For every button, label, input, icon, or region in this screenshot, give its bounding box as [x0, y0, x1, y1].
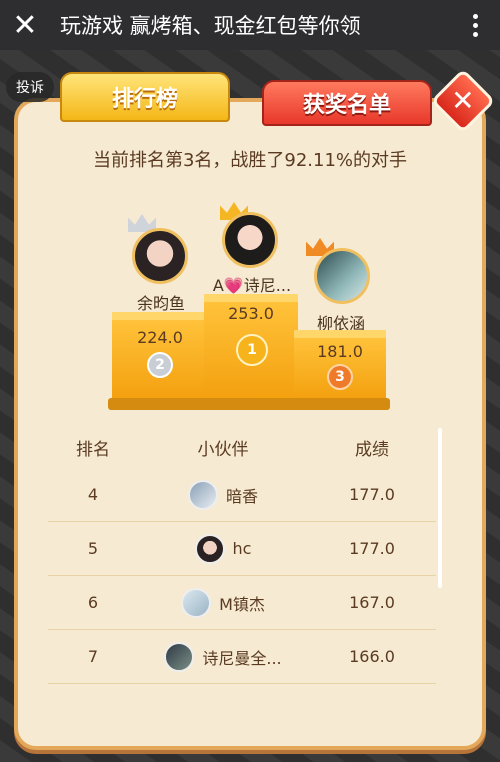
header-name: 小伙伴 [197, 439, 249, 460]
tab-leaderboard[interactable]: 排行榜 [60, 72, 230, 122]
header-score: 成绩 [355, 439, 389, 460]
report-button[interactable]: 投诉 [6, 72, 54, 102]
third-score: 181.0 [317, 342, 363, 361]
row-player: M镇杰 [138, 576, 308, 629]
bronze-medal-icon: 3 [327, 364, 353, 390]
avatar [181, 587, 212, 618]
scrollbar[interactable] [438, 428, 442, 588]
rank-summary: 当前排名第3名，战胜了92.11%的对手 [92, 150, 408, 171]
row-score: 177.0 [349, 539, 395, 558]
second-name: 余昀鱼 [136, 294, 185, 313]
row-rank: 7 [87, 647, 99, 666]
table-row: 7 诗尼曼全... 166.0 [48, 630, 436, 684]
row-name: M镇杰 [219, 594, 265, 614]
close-icon: ✕ [451, 84, 475, 117]
second-score: 224.0 [137, 328, 183, 347]
table-row: 5 hc 177.0 [48, 522, 436, 576]
row-player: 暗香 [138, 468, 308, 521]
avatar-third [314, 248, 370, 304]
title-bar: ✕ 玩游戏 赢烤箱、现金红包等你领 [0, 0, 500, 50]
avatar [164, 641, 195, 672]
row-rank: 5 [87, 539, 99, 558]
row-rank: 4 [87, 485, 99, 504]
more-dots-icon[interactable] [450, 0, 500, 50]
row-score: 177.0 [349, 485, 395, 504]
tab-winners-list[interactable]: 获奖名单 [262, 80, 432, 126]
row-player: 诗尼曼全... [138, 630, 308, 683]
table-row: 6 M镇杰 167.0 [48, 576, 436, 630]
table-row: 4 暗香 177.0 [48, 468, 436, 522]
first-score: 253.0 [228, 304, 274, 323]
row-name: hc [232, 539, 252, 558]
avatar-second [132, 228, 188, 284]
silver-medal-icon: 2 [147, 352, 173, 378]
close-icon[interactable]: ✕ [0, 0, 50, 50]
row-score: 167.0 [349, 593, 395, 612]
first-name: A💗诗尼... [212, 276, 292, 295]
avatar [187, 479, 218, 510]
avatar-first [222, 212, 278, 268]
row-rank: 6 [87, 593, 99, 612]
row-score: 166.0 [349, 647, 395, 666]
row-name: 诗尼曼全... [202, 648, 282, 668]
avatar [194, 533, 225, 564]
gold-medal-icon: 1 [236, 334, 268, 366]
page-title: 玩游戏 赢烤箱、现金红包等你领 [60, 14, 361, 38]
row-player: hc [138, 522, 308, 575]
table-header: 排名 小伙伴 成绩 [48, 432, 436, 462]
podium-base [108, 398, 390, 410]
header-rank: 排名 [76, 439, 110, 460]
row-name: 暗香 [225, 486, 258, 506]
